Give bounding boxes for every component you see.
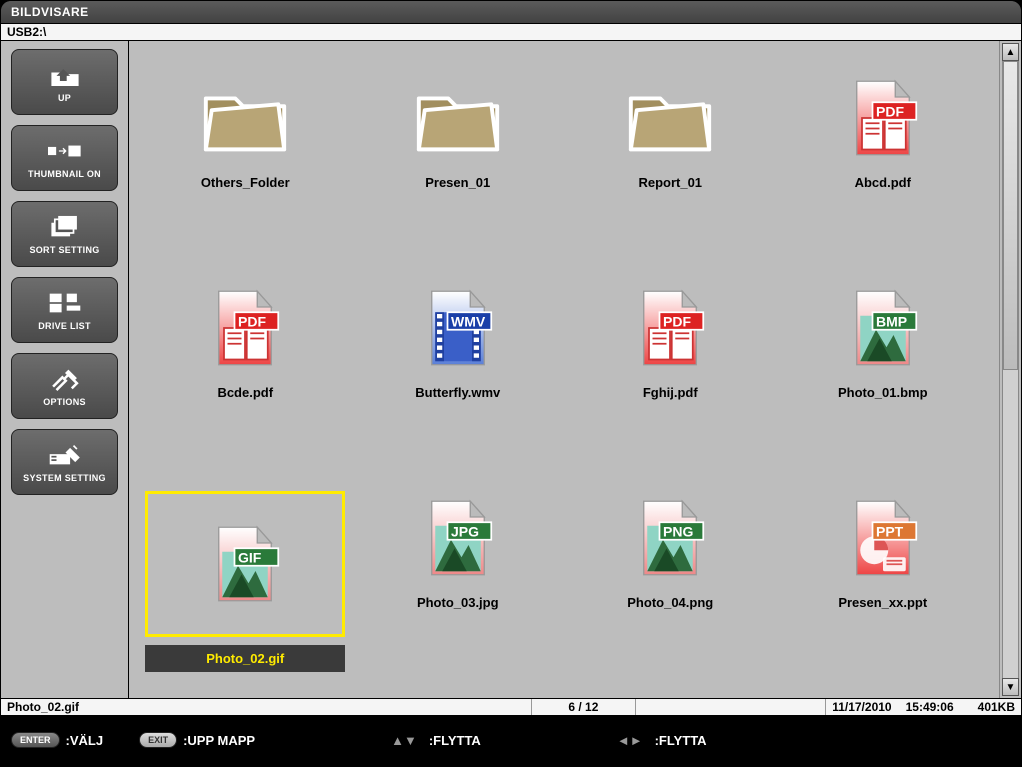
file-item-presen-01[interactable]: Presen_01 (358, 71, 558, 192)
options-label: OPTIONS (43, 397, 86, 407)
file-item-butterfly-wmv[interactable]: WMV Butterfly.wmv (358, 281, 558, 402)
thumbnail-icon (48, 137, 82, 165)
file-item-photo-03-jpg[interactable]: JPG Photo_03.jpg (358, 491, 558, 612)
path-bar: USB2:\ (1, 23, 1021, 41)
scrollbar: ▲ ▼ (999, 41, 1021, 698)
file-item-presen-xx-ppt[interactable]: PPT Presen_xx.ppt (783, 491, 983, 612)
drive-button[interactable]: DRIVE LIST (11, 277, 118, 343)
wmv-icon: WMV (411, 281, 505, 375)
svg-text:WMV: WMV (451, 313, 486, 329)
app-title: BILDVISARE (11, 5, 89, 19)
status-date: 11/17/2010 (832, 700, 891, 714)
sort-button[interactable]: SORT SETTING (11, 201, 118, 267)
folder-icon (198, 71, 292, 165)
options-icon (48, 365, 82, 393)
svg-text:PDF: PDF (663, 313, 691, 329)
status-time: 15:49:06 (906, 700, 954, 714)
leftright-arrows-icon: ◄► (617, 733, 643, 748)
exit-label: :UPP MAPP (183, 733, 255, 748)
file-label: Others_Folder (145, 173, 345, 192)
sort-label: SORT SETTING (29, 245, 99, 255)
up-label: UP (58, 93, 71, 103)
folder-icon (411, 71, 505, 165)
sidebar: UP THUMBNAIL ON SORT SETTING DRIVE LIST … (1, 41, 129, 698)
status-filename: Photo_02.gif (7, 700, 79, 714)
pdf-icon: PDF (836, 71, 930, 165)
svg-text:PPT: PPT (876, 523, 904, 539)
drive-icon (48, 289, 82, 317)
file-item-others-folder[interactable]: Others_Folder (145, 71, 345, 192)
leftright-label: :FLYTTA (655, 733, 707, 748)
options-button[interactable]: OPTIONS (11, 353, 118, 419)
thumbnail-button[interactable]: THUMBNAIL ON (11, 125, 118, 191)
file-item-photo-02-gif[interactable]: GIF Photo_02.gif (145, 491, 345, 672)
thumbnail-label: THUMBNAIL ON (28, 169, 101, 179)
file-label: Fghij.pdf (570, 383, 770, 402)
scroll-track[interactable] (1002, 61, 1019, 678)
svg-text:JPG: JPG (451, 523, 479, 539)
scroll-down-button[interactable]: ▼ (1002, 678, 1019, 696)
scroll-up-button[interactable]: ▲ (1002, 43, 1019, 61)
footer-bar: ENTER :VÄLJ EXIT :UPP MAPP ▲▼ :FLYTTA ◄►… (1, 716, 1021, 764)
pdf-icon: PDF (623, 281, 717, 375)
file-label: Photo_01.bmp (783, 383, 983, 402)
up-button[interactable]: UP (11, 49, 118, 115)
svg-text:GIF: GIF (238, 549, 262, 565)
file-item-bcde-pdf[interactable]: PDF Bcde.pdf (145, 281, 345, 402)
file-item-photo-01-bmp[interactable]: BMP Photo_01.bmp (783, 281, 983, 402)
system-button[interactable]: SYSTEM SETTING (11, 429, 118, 495)
folder-icon (623, 71, 717, 165)
file-label: Presen_01 (358, 173, 558, 192)
bmp-icon: BMP (836, 281, 930, 375)
jpg-icon: JPG (411, 491, 505, 585)
png-icon: PNG (623, 491, 717, 585)
sort-icon (48, 213, 82, 241)
title-bar: BILDVISARE (1, 1, 1021, 23)
file-label: Photo_02.gif (145, 645, 345, 672)
file-item-fghij-pdf[interactable]: PDF Fghij.pdf (570, 281, 770, 402)
file-grid: Others_Folder Presen_01 Report_01 PDF Abcd.p… (129, 41, 999, 698)
updown-label: :FLYTTA (429, 733, 481, 748)
enter-key: ENTER (11, 732, 60, 748)
file-label: Photo_03.jpg (358, 593, 558, 612)
pdf-icon: PDF (198, 281, 292, 375)
status-bar: Photo_02.gif 6 / 12 11/17/2010 15:49:06 … (1, 698, 1021, 716)
file-label: Presen_xx.ppt (783, 593, 983, 612)
up-icon (48, 61, 82, 89)
status-size: 401KB (978, 700, 1015, 714)
exit-key: EXIT (139, 732, 177, 748)
system-label: SYSTEM SETTING (23, 473, 106, 483)
svg-text:PDF: PDF (238, 313, 266, 329)
path-text: USB2:\ (7, 25, 46, 39)
drive-label: DRIVE LIST (38, 321, 91, 331)
file-label: Photo_04.png (570, 593, 770, 612)
gif-icon: GIF (198, 517, 292, 611)
svg-text:PDF: PDF (876, 103, 904, 119)
file-label: Abcd.pdf (783, 173, 983, 192)
file-item-report-01[interactable]: Report_01 (570, 71, 770, 192)
updown-arrows-icon: ▲▼ (391, 733, 417, 748)
svg-text:PNG: PNG (663, 523, 693, 539)
file-label: Report_01 (570, 173, 770, 192)
file-item-abcd-pdf[interactable]: PDF Abcd.pdf (783, 71, 983, 192)
ppt-icon: PPT (836, 491, 930, 585)
file-label: Bcde.pdf (145, 383, 345, 402)
enter-label: :VÄLJ (66, 733, 104, 748)
status-count: 6 / 12 (568, 700, 598, 714)
svg-text:BMP: BMP (876, 313, 907, 329)
system-icon (48, 441, 82, 469)
file-label: Butterfly.wmv (358, 383, 558, 402)
scroll-thumb[interactable] (1003, 61, 1018, 370)
file-item-photo-04-png[interactable]: PNG Photo_04.png (570, 491, 770, 612)
